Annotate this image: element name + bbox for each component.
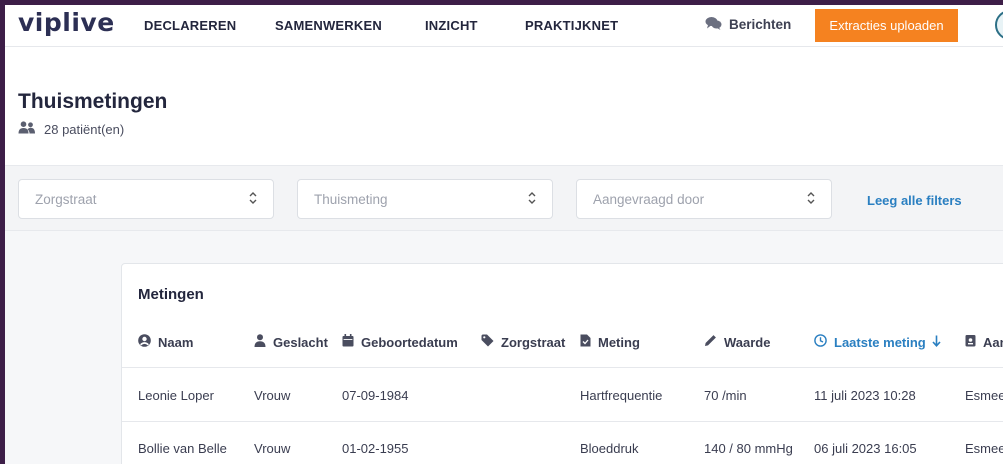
column-zorgstraat[interactable]: Zorgstraat	[481, 334, 565, 350]
cell-geboortedatum: 07-09-1984	[342, 388, 409, 403]
cell-aan: Esmee	[965, 388, 1003, 403]
user-circle-icon	[138, 334, 158, 350]
aangevraagd-placeholder: Aangevraagd door	[593, 191, 705, 207]
nav-declareren[interactable]: DECLAREREN	[144, 18, 236, 33]
updown-chevron-icon	[528, 191, 536, 208]
column-naam[interactable]: Naam	[138, 334, 193, 350]
calendar-icon	[342, 334, 361, 350]
thuismeting-placeholder: Thuismeting	[314, 191, 388, 207]
page-title: Thuismetingen	[18, 90, 168, 113]
measurements-card: Metingen Naam Geslacht Geboortedatum Zor…	[121, 263, 1003, 464]
cell-geslacht: Vrouw	[254, 441, 291, 456]
users-icon	[18, 121, 44, 137]
cell-geboortedatum: 01-02-1955	[342, 441, 409, 456]
cell-meting: Hartfrequentie	[580, 388, 663, 403]
column-geboortedatum[interactable]: Geboortedatum	[342, 334, 458, 350]
updown-chevron-icon	[807, 191, 815, 208]
patient-count: 28 patiënt(en)	[18, 121, 124, 137]
tag-icon	[481, 334, 501, 350]
patient-count-text: 28 patiënt(en)	[44, 121, 125, 137]
divider	[122, 367, 1003, 368]
page-header: Thuismetingen 28 patiënt(en)	[5, 47, 1003, 165]
column-meting[interactable]: Meting	[580, 334, 640, 350]
thuismeting-select[interactable]: Thuismeting	[297, 179, 553, 219]
user-icon	[254, 334, 273, 350]
card-title: Metingen	[138, 286, 204, 303]
column-laatste-meting[interactable]: Laatste meting	[814, 334, 948, 350]
file-icon	[580, 334, 598, 350]
updown-chevron-icon	[249, 191, 257, 208]
clear-all-filters-link[interactable]: Leeg alle filters	[867, 193, 962, 208]
aangevraagd-door-select[interactable]: Aangevraagd door	[576, 179, 832, 219]
logo[interactable]: viplive	[18, 8, 115, 37]
cell-laatste-meting: 06 juli 2023 16:05	[814, 441, 917, 456]
nav-praktijknet[interactable]: PRAKTIJKNET	[525, 18, 618, 33]
messages-link[interactable]: Berichten	[705, 16, 791, 33]
column-geslacht[interactable]: Geslacht	[254, 334, 328, 350]
cell-aan: Esmee	[965, 441, 1003, 456]
zorgstraat-select[interactable]: Zorgstraat	[18, 179, 274, 219]
column-aan[interactable]: Aan	[965, 334, 1003, 350]
divider	[122, 421, 1003, 422]
clock-icon	[814, 334, 834, 350]
top-navigation: viplive DECLAREREN SAMENWERKEN INZICHT P…	[5, 5, 1003, 47]
avatar[interactable]	[995, 10, 1003, 40]
cell-naam: Bollie van Belle	[138, 441, 227, 456]
cell-meting: Bloeddruk	[580, 441, 639, 456]
zorgstraat-placeholder: Zorgstraat	[35, 191, 97, 207]
upload-extractions-button[interactable]: Extracties uploaden	[815, 9, 958, 42]
nav-inzicht[interactable]: INZICHT	[425, 18, 478, 33]
cell-waarde: 70 /min	[704, 388, 747, 403]
nav-samenwerken[interactable]: SAMENWERKEN	[275, 18, 382, 33]
messages-label: Berichten	[729, 17, 792, 32]
cell-geslacht: Vrouw	[254, 388, 291, 403]
chat-bubbles-icon	[705, 16, 729, 33]
app-window: viplive DECLAREREN SAMENWERKEN INZICHT P…	[5, 5, 1003, 464]
column-waarde[interactable]: Waarde	[704, 334, 770, 350]
cell-naam: Leonie Loper	[138, 388, 214, 403]
pencil-icon	[704, 334, 724, 350]
id-badge-icon	[965, 334, 983, 350]
sort-down-arrow-icon	[932, 335, 948, 350]
cell-waarde: 140 / 80 mmHg	[704, 441, 793, 456]
filter-bar: Zorgstraat Thuismeting Aangevraagd door …	[5, 165, 1003, 231]
cell-laatste-meting: 11 juli 2023 10:28	[814, 388, 916, 403]
